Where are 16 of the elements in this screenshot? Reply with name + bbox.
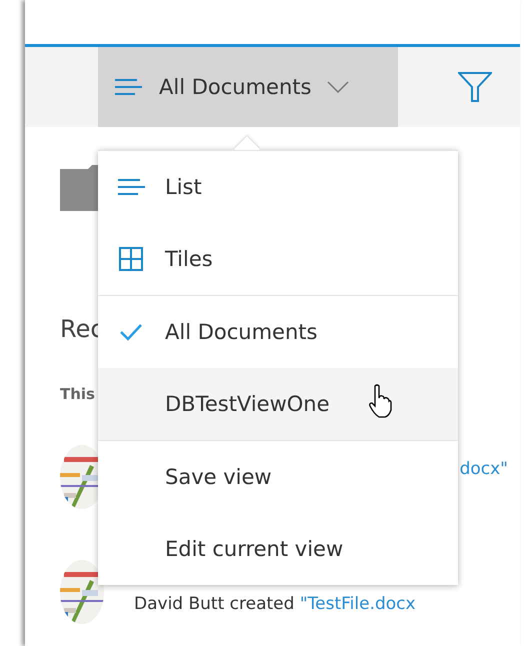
menu-item[interactable]: List [98, 151, 458, 223]
filter-icon[interactable] [458, 72, 492, 102]
list-icon [116, 177, 146, 197]
menu-item[interactable]: DBTestViewOne [98, 368, 458, 440]
file-link[interactable]: docx" [460, 445, 508, 479]
menu-item[interactable]: Tiles [98, 223, 458, 295]
menu-item[interactable]: Save view [98, 441, 458, 513]
menu-item[interactable]: All Documents [98, 296, 458, 368]
list-icon [114, 77, 143, 97]
chevron-down-icon [327, 81, 350, 93]
menu-item[interactable]: Edit current view [98, 513, 458, 585]
file-link[interactable]: "TestFile.docx [300, 594, 416, 614]
grid-icon [119, 247, 143, 271]
hand-cursor-icon [368, 384, 392, 418]
view-selector-button[interactable]: All Documents [98, 47, 398, 127]
section-subheading: This [60, 385, 95, 403]
